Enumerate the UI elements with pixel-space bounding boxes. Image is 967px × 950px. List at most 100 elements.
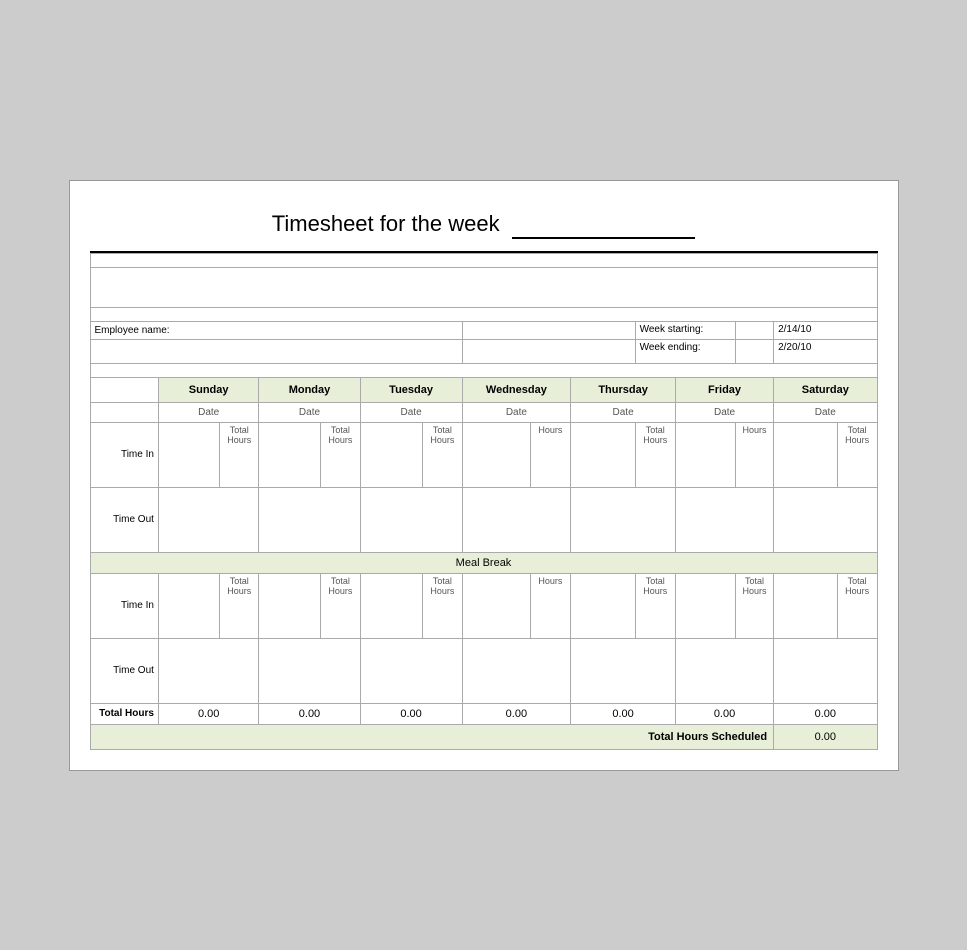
thursday-total-hours-2: TotalHours: [635, 573, 675, 638]
friday-label: Friday: [708, 384, 741, 396]
sunday-timeout-1[interactable]: [158, 487, 258, 552]
total-scheduled-value: 0.00: [774, 724, 877, 749]
thursday-total-hours-1: TotalHours: [635, 422, 675, 487]
thursday-label: Thursday: [598, 384, 648, 396]
week-ending-label: Week ending:: [635, 339, 735, 363]
time-in-label-2: Time In: [90, 573, 158, 638]
monday-timeout-2[interactable]: [259, 638, 360, 703]
friday-timeout-2[interactable]: [675, 638, 773, 703]
friday-timein-1[interactable]: [675, 422, 735, 487]
time-out-row-2: Time Out: [90, 638, 877, 703]
wednesday-header: Wednesday: [462, 377, 571, 402]
saturday-total-hours-1: TotalHours: [837, 422, 877, 487]
tuesday-date: Date: [360, 402, 462, 422]
monday-total: 0.00: [259, 703, 360, 724]
sunday-total-hours-2: TotalHours: [220, 573, 259, 638]
sunday-timein-1[interactable]: [158, 422, 219, 487]
wednesday-date: Date: [462, 402, 571, 422]
thursday-header: Thursday: [571, 377, 676, 402]
wednesday-timeout-1[interactable]: [462, 487, 571, 552]
wednesday-hours-2: Hours: [530, 573, 571, 638]
date-row: Date Date Date Date Date Date Date: [90, 402, 877, 422]
friday-timein-2[interactable]: [675, 573, 735, 638]
friday-total-hours-2: TotalHours: [735, 573, 773, 638]
tuesday-timeout-1[interactable]: [360, 487, 462, 552]
time-in-row-2: Time In TotalHours TotalHours TotalHours…: [90, 573, 877, 638]
monday-total-hours-1: TotalHours: [321, 422, 360, 487]
sunday-header: Sunday: [158, 377, 258, 402]
saturday-header: Saturday: [774, 377, 877, 402]
saturday-timein-2[interactable]: [774, 573, 838, 638]
day-headers-row: Sunday Monday Tuesday Wednesday Thursday…: [90, 377, 877, 402]
top-blank-row-3: [90, 307, 877, 321]
thursday-timein-2[interactable]: [571, 573, 635, 638]
friday-hours-1: Hours: [735, 422, 773, 487]
wednesday-timeout-2[interactable]: [462, 638, 571, 703]
week-ending-text: Week ending:: [640, 342, 701, 353]
thursday-timein-1[interactable]: [571, 422, 635, 487]
saturday-total: 0.00: [774, 703, 877, 724]
tuesday-timein-2[interactable]: [360, 573, 423, 638]
week-starting-value: 2/14/10: [774, 321, 877, 339]
time-out-label-2: Time Out: [90, 638, 158, 703]
tuesday-header: Tuesday: [360, 377, 462, 402]
tuesday-total-hours-1: TotalHours: [423, 422, 462, 487]
employee-info-row: Employee name: Week starting: 2/14/10: [90, 321, 877, 339]
week-ending-val: 2/20/10: [778, 342, 811, 353]
wednesday-timein-1[interactable]: [462, 422, 530, 487]
saturday-timeout-2[interactable]: [774, 638, 877, 703]
total-hours-row-label: Total Hours: [90, 703, 158, 724]
week-ending-row: Week ending: 2/20/10: [90, 339, 877, 363]
friday-date: Date: [675, 402, 773, 422]
thursday-date: Date: [571, 402, 676, 422]
monday-timeout-1[interactable]: [259, 487, 360, 552]
top-blank-row-2: [90, 267, 877, 307]
meal-break-label: Meal Break: [90, 552, 877, 573]
total-scheduled-label: Total Hours Scheduled: [90, 724, 774, 749]
page-title: Timesheet for the week: [90, 201, 878, 253]
monday-timein-2[interactable]: [259, 573, 321, 638]
tuesday-timeout-2[interactable]: [360, 638, 462, 703]
week-ending-value: 2/20/10: [774, 339, 877, 363]
wednesday-total: 0.00: [462, 703, 571, 724]
wednesday-timein-2[interactable]: [462, 573, 530, 638]
total-hours-row: Total Hours 0.00 0.00 0.00 0.00 0.00 0.0…: [90, 703, 877, 724]
monday-label: Monday: [289, 384, 331, 396]
thursday-total: 0.00: [571, 703, 676, 724]
week-starting-text: Week starting:: [640, 324, 704, 335]
tuesday-timein-1[interactable]: [360, 422, 423, 487]
sunday-total: 0.00: [158, 703, 258, 724]
total-scheduled-row: Total Hours Scheduled 0.00: [90, 724, 877, 749]
time-out-label-1: Time Out: [90, 487, 158, 552]
saturday-timeout-1[interactable]: [774, 487, 877, 552]
thursday-timeout-2[interactable]: [571, 638, 676, 703]
week-starting-label: Week starting:: [635, 321, 735, 339]
monday-date: Date: [259, 402, 360, 422]
friday-header: Friday: [675, 377, 773, 402]
monday-header: Monday: [259, 377, 360, 402]
thursday-timeout-1[interactable]: [571, 487, 676, 552]
saturday-date: Date: [774, 402, 877, 422]
sunday-total-hours-1: TotalHours: [220, 422, 259, 487]
saturday-timein-1[interactable]: [774, 422, 838, 487]
week-underline: [512, 211, 695, 239]
sunday-label: Sunday: [189, 384, 229, 396]
blank-row-2: [90, 363, 877, 377]
tuesday-total-hours-2: TotalHours: [423, 573, 462, 638]
friday-total: 0.00: [675, 703, 773, 724]
wednesday-label: Wednesday: [486, 384, 547, 396]
friday-timeout-1[interactable]: [675, 487, 773, 552]
time-out-row-1: Time Out: [90, 487, 877, 552]
sunday-timeout-2[interactable]: [158, 638, 258, 703]
monday-total-hours-2: TotalHours: [321, 573, 360, 638]
timesheet-page: Timesheet for the week: [69, 180, 899, 771]
top-blank-row-1: [90, 253, 877, 267]
saturday-label: Saturday: [802, 384, 849, 396]
week-starting-val: 2/14/10: [778, 324, 811, 335]
monday-timein-1[interactable]: [259, 422, 321, 487]
tuesday-total: 0.00: [360, 703, 462, 724]
sunday-timein-2[interactable]: [158, 573, 219, 638]
timesheet-table: Employee name: Week starting: 2/14/10 We…: [90, 253, 878, 750]
saturday-total-hours-2: TotalHours: [837, 573, 877, 638]
time-in-label-1: Time In: [90, 422, 158, 487]
